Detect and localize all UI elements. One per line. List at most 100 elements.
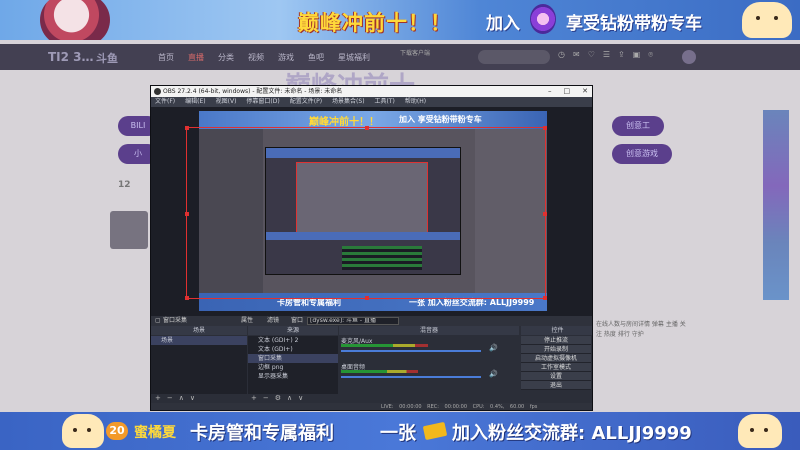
site-search-input[interactable]: [478, 50, 550, 64]
banner-join-text: 加入: [486, 14, 520, 34]
fan-level-badge: 20: [106, 422, 128, 440]
sources-list: 文本 (GDI+) 2 文本 (GDI+) 窗口采集 边框 png 显示器采集: [248, 336, 338, 394]
menu-tools[interactable]: 工具(T): [375, 97, 395, 107]
menu-file[interactable]: 文件(F): [155, 97, 175, 107]
resize-handle[interactable]: [365, 126, 369, 130]
resize-handle[interactable]: [365, 296, 369, 300]
scenes-dock-title: 场景: [151, 326, 247, 335]
site-logo-secondary[interactable]: 斗鱼: [96, 50, 118, 66]
cat-mascot-icon: [62, 414, 104, 448]
banner-fan-group-text: 加入粉丝交流群: ALLJJ9999: [452, 423, 692, 444]
resize-handle[interactable]: [185, 212, 189, 216]
resize-handle[interactable]: [543, 212, 547, 216]
move-up-icon[interactable]: ∧: [287, 394, 292, 402]
maximize-icon[interactable]: □: [564, 86, 571, 97]
nav-item-category[interactable]: 分类: [218, 52, 234, 63]
message-icon[interactable]: ✉: [573, 50, 580, 60]
site-header-icons: ◷ ✉ ♡ ☰ ⇪ ▣ ⌾: [558, 50, 653, 60]
location-icon[interactable]: ⌾: [648, 50, 653, 60]
mixer-volume-slider[interactable]: [341, 350, 481, 352]
resize-handle[interactable]: [543, 296, 547, 300]
remove-icon[interactable]: −: [263, 394, 269, 402]
menu-docks[interactable]: 停靠窗口(D): [246, 97, 279, 107]
source-item[interactable]: 显示器采集: [248, 372, 338, 381]
menu-view[interactable]: 视图(V): [216, 97, 237, 107]
gear-icon[interactable]: ⚙: [275, 394, 281, 402]
start-recording-button[interactable]: 开始录制: [521, 345, 591, 354]
nav-item-home[interactable]: 首页: [158, 52, 174, 63]
mixer-level-meter: [341, 344, 428, 347]
menu-profile[interactable]: 配置文件(P): [290, 97, 322, 107]
fan-badge-name: 蜜橘夏: [134, 425, 176, 441]
diamond-badge-icon: [530, 4, 556, 34]
controls-dock-title: 控件: [521, 326, 592, 335]
scene-item[interactable]: 场景: [151, 336, 247, 345]
speaker-icon[interactable]: 🔊: [489, 370, 498, 378]
side-activity-banner[interactable]: [763, 110, 789, 300]
banner-perk-text: 卡房管和专属福利: [190, 423, 334, 444]
capture-banner-join: 加入 享受钻粉带粉专车: [399, 115, 482, 124]
sources-dock-buttons: + − ⚙ ∧ ∨: [251, 394, 303, 402]
source-item[interactable]: 边框 png: [248, 363, 338, 372]
nav-item-welfare[interactable]: 星城福利: [338, 52, 370, 63]
minimize-icon[interactable]: –: [548, 86, 552, 97]
close-icon[interactable]: ✕: [582, 86, 588, 97]
nav-item-video[interactable]: 视频: [248, 52, 264, 63]
scenes-list: 场景: [151, 336, 247, 394]
banner-one-text: 一张: [380, 423, 416, 444]
viewer-count: 12: [118, 180, 131, 190]
sources-dock-title: 来源: [248, 326, 338, 335]
window-label: 窗口: [291, 317, 304, 324]
room-tag-pill[interactable]: 创意工: [612, 116, 664, 136]
filters-button[interactable]: 滤镜: [267, 316, 279, 326]
obs-preview-canvas[interactable]: 巅峰冲前十！！ 加入 享受钻粉带粉专车 卡房管和专属福利 一张 加入粉丝交流群:…: [151, 107, 592, 316]
menu-edit[interactable]: 编辑(E): [185, 97, 205, 107]
room-tag-pill[interactable]: 创意游戏: [612, 144, 672, 164]
add-icon[interactable]: +: [251, 394, 257, 402]
menu-scene-collection[interactable]: 场景集合(S): [332, 97, 365, 107]
app-icon[interactable]: ▣: [633, 50, 641, 60]
speaker-icon[interactable]: 🔊: [489, 344, 498, 352]
menu-help[interactable]: 帮助(H): [405, 97, 426, 107]
obs-titlebar: OBS 27.2.4 (64-bit, windows) - 配置文件: 未命名…: [151, 86, 592, 97]
banner-headline: 巅峰冲前十！！: [298, 11, 452, 35]
resize-handle[interactable]: [185, 126, 189, 130]
source-item[interactable]: 窗口采集: [248, 354, 338, 363]
move-up-icon[interactable]: ∧: [179, 394, 184, 402]
site-nav: 首页 直播 分类 视频 游戏 鱼吧 星城福利: [158, 52, 370, 63]
resize-handle[interactable]: [185, 296, 189, 300]
mixer-level-meter: [341, 370, 418, 373]
follow-icon[interactable]: ♡: [588, 50, 595, 60]
banner-perk-text: 享受钻粉带粉专车: [566, 14, 702, 34]
properties-button[interactable]: 属性: [241, 316, 253, 326]
studio-mode-button[interactable]: 工作室模式: [521, 363, 591, 372]
move-down-icon[interactable]: ∨: [298, 394, 303, 402]
source-item[interactable]: 文本 (GDI+) 2: [248, 336, 338, 345]
settings-button[interactable]: 设置: [521, 372, 591, 381]
upload-icon[interactable]: ⇪: [618, 50, 625, 60]
virtual-camera-button[interactable]: 启动虚拟摄像机: [521, 354, 591, 363]
streamer-avatar[interactable]: [110, 211, 148, 249]
user-avatar[interactable]: [682, 50, 696, 64]
remove-icon[interactable]: −: [167, 394, 173, 402]
obs-menubar: 文件(F) 编辑(E) 视图(V) 停靠窗口(D) 配置文件(P) 场景集合(S…: [151, 97, 592, 107]
history-icon[interactable]: ◷: [558, 50, 565, 60]
window-capture-icon: ▢: [155, 317, 161, 324]
download-client-link[interactable]: 下载客户端: [400, 50, 430, 57]
mixer-volume-slider[interactable]: [341, 376, 481, 378]
task-icon[interactable]: ☰: [603, 50, 610, 60]
mixer-dock-title: 混音器: [339, 326, 519, 335]
source-selection-box[interactable]: [185, 126, 547, 300]
move-down-icon[interactable]: ∨: [190, 394, 195, 402]
add-icon[interactable]: +: [155, 394, 161, 402]
nav-item-live[interactable]: 直播: [188, 52, 204, 63]
nav-item-fishbar[interactable]: 鱼吧: [308, 52, 324, 63]
source-item[interactable]: 文本 (GDI+): [248, 345, 338, 354]
stop-streaming-button[interactable]: 停止推流: [521, 336, 591, 345]
site-logo[interactable]: TI2 3…: [48, 50, 94, 64]
nav-item-games[interactable]: 游戏: [278, 52, 294, 63]
exit-button[interactable]: 退出: [521, 381, 591, 390]
resize-handle[interactable]: [543, 126, 547, 130]
scenes-dock-buttons: + − ∧ ∨: [155, 394, 195, 402]
window-select[interactable]: [dysw.exe]: 斗鱼 - 直播: [307, 317, 399, 325]
